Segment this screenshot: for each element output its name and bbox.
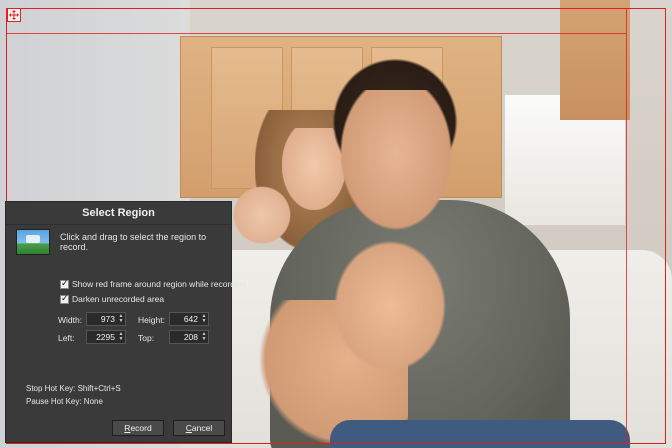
darken-label[interactable]: Darken unrecorded area <box>72 294 164 304</box>
spin-arrows-icon[interactable]: ▲ ▼ <box>200 313 208 325</box>
woman-hand <box>232 185 292 245</box>
show-frame-checkbox[interactable]: Show red frame around region while recor… <box>60 277 246 291</box>
description-row: Click and drag to select the region to r… <box>16 227 226 257</box>
top-label: Top: <box>138 333 155 343</box>
man-hand <box>330 236 450 376</box>
select-region-dialog: Select Region Click and drag to select t… <box>6 202 246 442</box>
width-input[interactable] <box>87 313 117 325</box>
darken-checkbox[interactable]: Darken unrecorded area <box>60 292 164 306</box>
left-input[interactable] <box>87 331 117 343</box>
region-frame-guide <box>6 33 626 34</box>
left-spinbox[interactable]: ▲▼ <box>86 330 126 344</box>
height-label: Height: <box>138 315 165 325</box>
height-spinbox[interactable]: ▲▼ <box>169 312 209 326</box>
top-input[interactable] <box>170 331 200 343</box>
description-text: Click and drag to select the region to r… <box>60 232 207 252</box>
move-arrows-icon[interactable] <box>7 8 21 22</box>
spin-arrows-icon[interactable]: ▲ ▼ <box>200 331 208 343</box>
checkbox-checked-icon[interactable] <box>60 293 69 304</box>
man-face <box>340 90 452 230</box>
jeans <box>330 420 630 448</box>
cancel-button[interactable]: Cancel <box>173 420 225 436</box>
pause-hotkey-text: Pause Hot Key: None <box>26 397 103 406</box>
spin-arrows-icon[interactable]: ▲ ▼ <box>117 313 125 325</box>
record-button[interactable]: Record <box>112 420 164 436</box>
kitchen-cabinet-right <box>560 0 630 120</box>
checkbox-checked-icon[interactable] <box>60 278 69 289</box>
record-label: ecord <box>130 423 152 433</box>
stop-hotkey-text: Stop Hot Key: Shift+Ctrl+S <box>26 384 121 393</box>
height-input[interactable] <box>170 313 200 325</box>
desktop-preview-icon <box>16 229 50 255</box>
show-frame-label[interactable]: Show red frame around region while recor… <box>72 279 246 289</box>
dialog-title: Select Region <box>6 202 231 225</box>
spin-arrows-icon[interactable]: ▲ ▼ <box>117 331 125 343</box>
width-spinbox[interactable]: ▲▼ <box>86 312 126 326</box>
left-label: Left: <box>58 333 75 343</box>
top-spinbox[interactable]: ▲▼ <box>169 330 209 344</box>
width-label: Width: <box>58 315 83 325</box>
cancel-label: ancel <box>191 423 213 433</box>
region-frame-guide-vertical <box>626 8 627 444</box>
